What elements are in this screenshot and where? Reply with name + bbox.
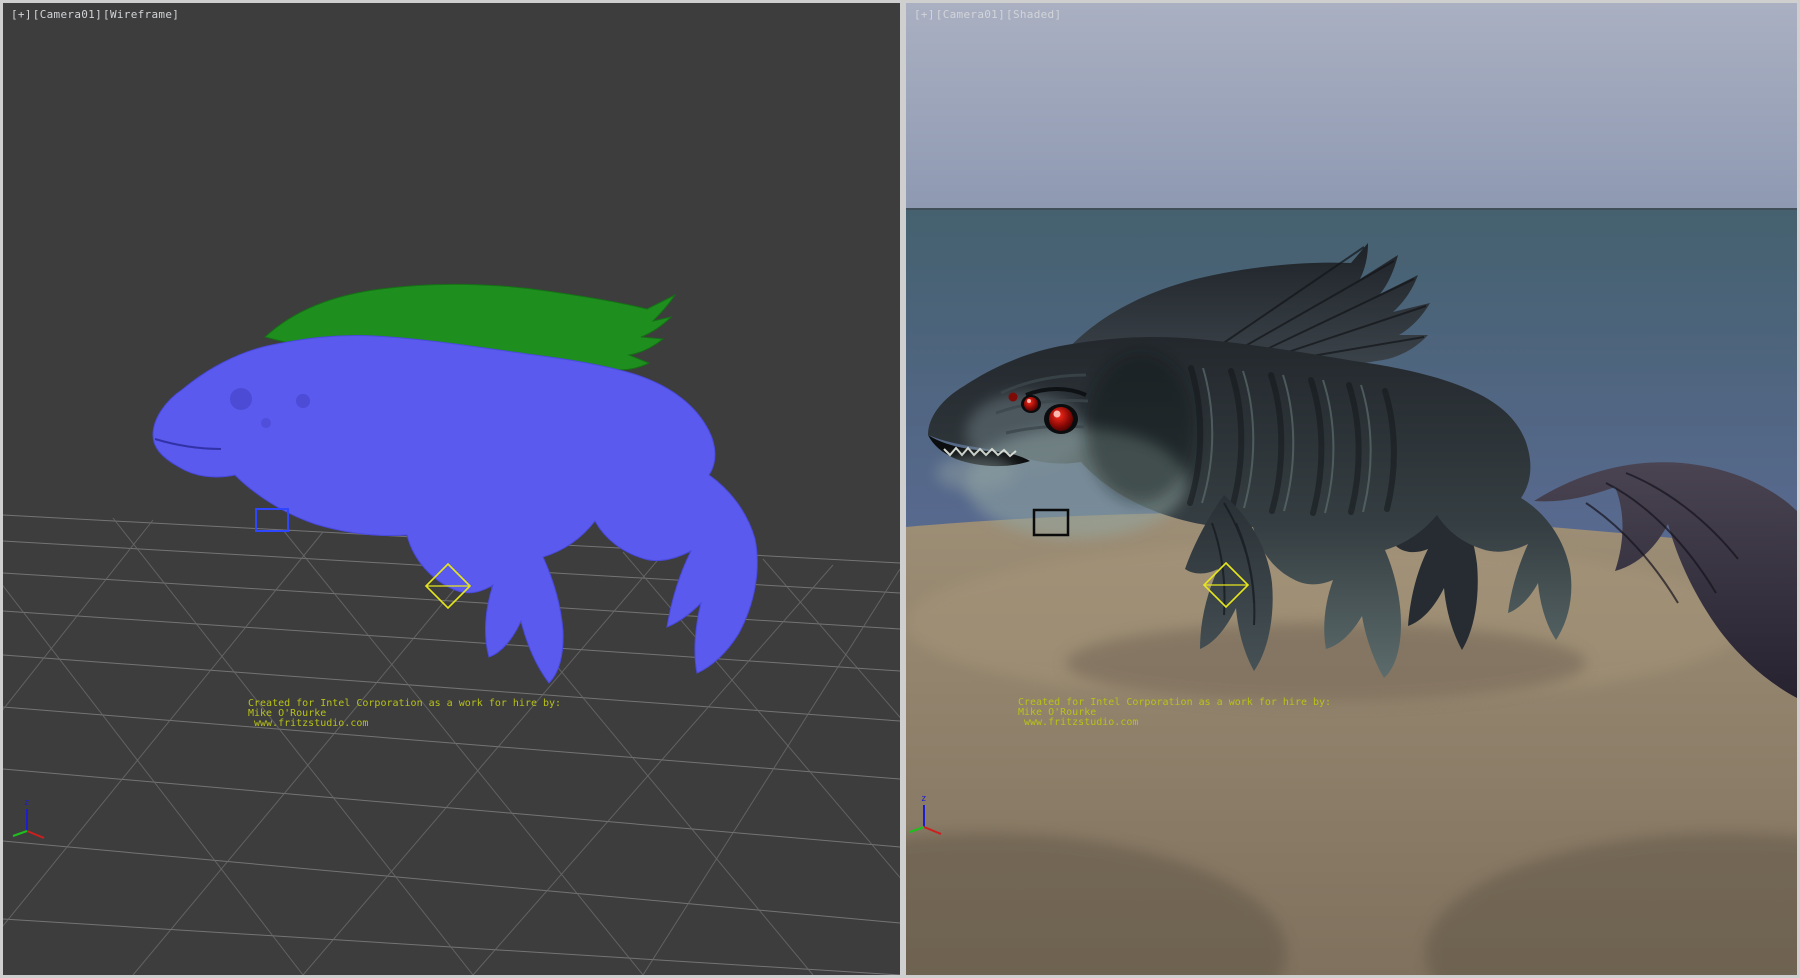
viewport-shading-label[interactable]: [Shaded] — [1006, 8, 1061, 21]
credit-line-3: www.fritzstudio.com — [1024, 717, 1138, 728]
viewport-label-left: [+][Camera01][Wireframe] — [11, 8, 180, 21]
axis-z-label: z — [921, 794, 926, 804]
shaded-scene: Created for Intel Corporation as a work … — [906, 3, 1797, 975]
viewport-menu-button[interactable]: [+] — [11, 8, 32, 21]
credit-line-3: www.fritzstudio.com — [254, 718, 368, 729]
fish-eye-spot — [296, 394, 310, 408]
viewport-shading-label[interactable]: [Wireframe] — [103, 8, 179, 21]
fish-eye-spot — [261, 418, 271, 428]
gill-shadow — [1086, 353, 1196, 503]
axis-z-label: z — [24, 798, 29, 808]
viewport-wireframe[interactable]: [+][Camera01][Wireframe] — [3, 3, 900, 975]
wireframe-scene: Created for Intel Corporation as a work … — [3, 3, 900, 975]
viewport-label-right: [+][Camera01][Shaded] — [914, 8, 1062, 21]
viewport-camera-label[interactable]: [Camera01] — [936, 8, 1005, 21]
viewport-shaded[interactable]: [+][Camera01][Shaded] — [906, 3, 1797, 975]
sky-background — [906, 3, 1797, 210]
viewport-split-container: [+][Camera01][Wireframe] — [0, 0, 1800, 978]
fish-eye-spot — [230, 388, 252, 410]
viewport-menu-button[interactable]: [+] — [914, 8, 935, 21]
viewport-camera-label[interactable]: [Camera01] — [33, 8, 102, 21]
jaw-highlight — [936, 455, 1016, 491]
